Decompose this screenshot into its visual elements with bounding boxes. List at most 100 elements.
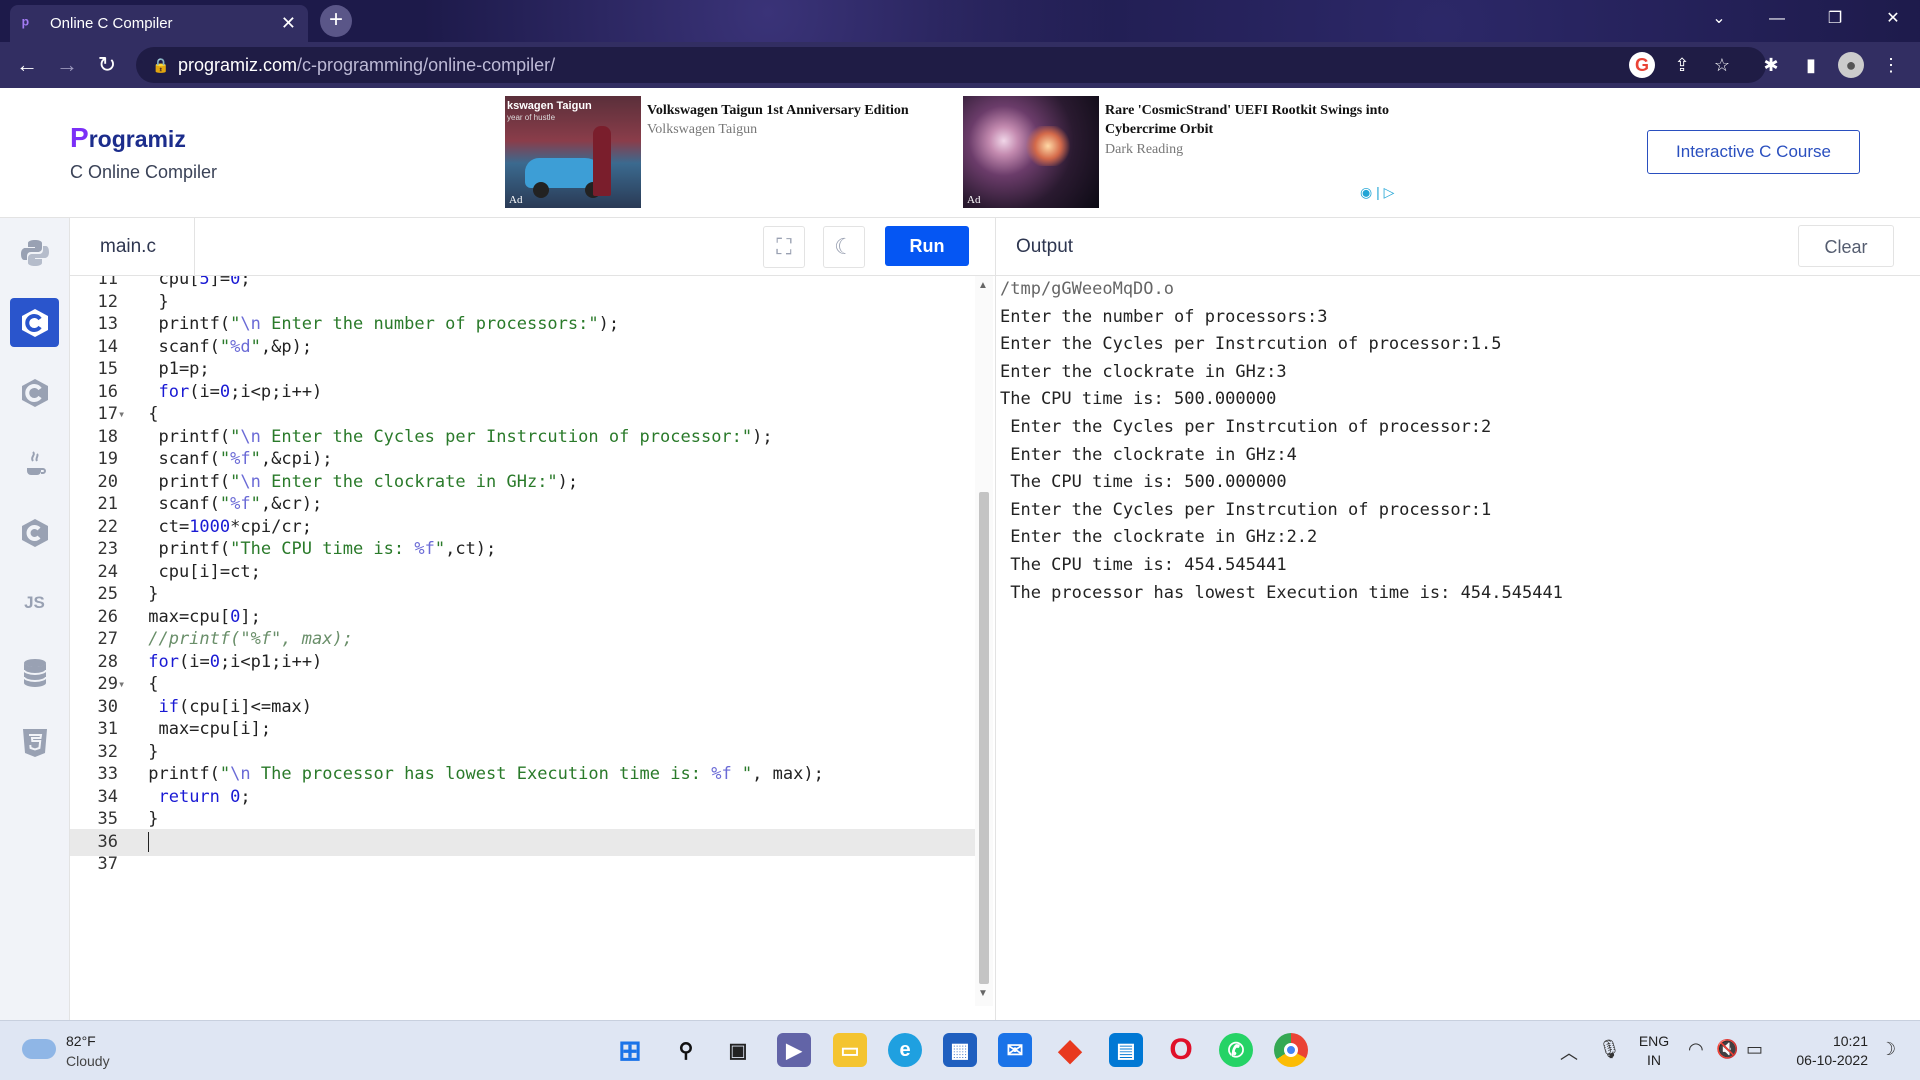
output-line: The CPU time is: 500.000000: [1000, 472, 1287, 493]
run-button[interactable]: Run: [885, 226, 969, 266]
mail-icon[interactable]: ✉: [998, 1033, 1032, 1067]
dark-mode-toggle-icon[interactable]: ☾: [823, 226, 865, 268]
ad-card-darkreading[interactable]: Ad Rare 'CosmicStrand' UEFI Rootkit Swin…: [963, 96, 1423, 208]
output-line: Enter the Cycles per Instrcution of proc…: [1000, 416, 1492, 437]
notification-moon-icon[interactable]: ☽: [1880, 1039, 1896, 1060]
volume-muted-icon[interactable]: 🔇: [1716, 1039, 1738, 1060]
search-icon[interactable]: ⚲: [669, 1033, 703, 1067]
cpp-icon[interactable]: [10, 368, 59, 417]
google-lens-icon[interactable]: G: [1629, 52, 1655, 78]
csharp-icon[interactable]: [10, 508, 59, 557]
microsoft-store-icon[interactable]: ▦: [943, 1033, 977, 1067]
extensions-icon[interactable]: ✱: [1758, 52, 1784, 78]
code-line[interactable]: 37: [70, 851, 975, 879]
pane-divider[interactable]: [995, 218, 996, 1020]
ad-source: Volkswagen Taigun: [647, 122, 758, 137]
menu-kebab-icon[interactable]: ⋮: [1878, 52, 1904, 78]
language-sidebar: JS: [0, 218, 70, 1020]
file-explorer-icon[interactable]: ▭: [833, 1033, 867, 1067]
adchoices-icon[interactable]: ◉ | ▷: [1360, 184, 1394, 201]
ad-image-nebula[interactable]: Ad: [963, 96, 1099, 208]
output-header: Output Clear: [996, 218, 1920, 276]
address-bar-row: ← → ↻ 🔒 programiz.com/c-programming/onli…: [0, 42, 1920, 88]
task-view-icon[interactable]: ▣: [721, 1033, 755, 1067]
new-tab-button[interactable]: +: [320, 5, 352, 37]
editor-toolbar: main.c ⛶ ☾ Run: [70, 218, 995, 276]
system-clock[interactable]: 10:21 06-10-2022: [1782, 1032, 1868, 1070]
output-line: Enter the clockrate in GHz:2.2: [1000, 527, 1318, 548]
lock-icon: 🔒: [152, 57, 170, 73]
fullscreen-icon[interactable]: ⛶: [763, 226, 805, 268]
interactive-course-button[interactable]: Interactive C Course: [1647, 130, 1860, 174]
ad-card-volkswagen[interactable]: kswagen Taigun year of hustle Ad Volkswa…: [505, 96, 965, 208]
profile-avatar[interactable]: ●: [1838, 52, 1864, 78]
code-editor[interactable]: 11 cpu[5]=0; 12 } 13 printf("\n Enter the …: [70, 276, 975, 1020]
url-input[interactable]: 🔒 programiz.com/c-programming/online-com…: [136, 47, 1766, 83]
output-line: The CPU time is: 454.545441: [1000, 554, 1287, 575]
wifi-icon[interactable]: ◠: [1688, 1039, 1704, 1060]
js-icon[interactable]: JS: [10, 578, 59, 627]
windows-taskbar: 82°F Cloudy ⊞ ⚲ ▣ ▶ ▭ e ▦ ✉ ◆ ▤ O ✆ ︿ 🎙 …: [0, 1020, 1920, 1080]
remote-desktop-icon[interactable]: ▤: [1109, 1033, 1143, 1067]
whatsapp-icon[interactable]: ✆: [1219, 1033, 1253, 1067]
input-language[interactable]: ENG IN: [1636, 1032, 1672, 1070]
show-hidden-icons-chevron-icon[interactable]: ︿: [1560, 1039, 1578, 1065]
java-icon[interactable]: [10, 438, 59, 487]
browser-tab[interactable]: ᵖ Online C Compiler ✕: [10, 5, 308, 42]
programiz-favicon-icon: ᵖ: [22, 13, 30, 34]
reload-icon[interactable]: ↻: [92, 50, 122, 80]
back-icon[interactable]: ←: [12, 50, 42, 80]
weather-temperature: 82°F: [66, 1033, 96, 1049]
windows-start-icon[interactable]: ⊞: [613, 1033, 647, 1067]
close-window-button[interactable]: ✕: [1864, 0, 1920, 40]
close-tab-icon[interactable]: ✕: [281, 13, 296, 34]
output-line: The processor has lowest Execution time …: [1000, 582, 1574, 603]
browser-titlebar: ᵖ Online C Compiler ✕ + ⌄ — ❐ ✕: [0, 0, 1920, 42]
clear-button[interactable]: Clear: [1798, 225, 1894, 267]
edge-browser-icon[interactable]: e: [888, 1033, 922, 1067]
battery-icon[interactable]: ▭: [1746, 1039, 1763, 1060]
side-panel-icon[interactable]: ▮: [1798, 52, 1824, 78]
share-icon[interactable]: ⇪: [1669, 52, 1695, 78]
output-line: Enter the Cycles per Instrcution of proc…: [1000, 499, 1492, 520]
chrome-browser-icon[interactable]: [1274, 1033, 1308, 1067]
scroll-up-icon[interactable]: ▲: [978, 280, 988, 291]
ad-title[interactable]: Rare 'CosmicStrand' UEFI Rootkit Swings …: [1105, 101, 1415, 139]
opera-browser-icon[interactable]: O: [1164, 1033, 1198, 1067]
output-line: Enter the number of processors:3: [1000, 306, 1328, 327]
tab-title: Online C Compiler: [50, 15, 173, 32]
tab-search-icon[interactable]: ⌄: [1690, 0, 1748, 40]
html-icon[interactable]: [10, 718, 59, 767]
page-subtitle: C Online Compiler: [70, 162, 218, 182]
output-title: Output: [1016, 236, 1074, 257]
output-file-path: /tmp/gGWeeoMqDO.o: [1000, 279, 1174, 299]
url-path: /c-programming/online-compiler/: [297, 55, 556, 75]
forward-icon[interactable]: →: [52, 50, 82, 80]
ad-image-car[interactable]: kswagen Taigun year of hustle Ad: [505, 96, 641, 208]
bookmark-star-icon[interactable]: ☆: [1709, 52, 1735, 78]
python-icon[interactable]: [10, 228, 59, 277]
sql-icon[interactable]: [10, 648, 59, 697]
output-line: Enter the Cycles per Instrcution of proc…: [1000, 334, 1502, 355]
programiz-logo[interactable]: Programiz: [70, 122, 186, 154]
file-tab-main[interactable]: main.c: [70, 218, 195, 276]
c-icon[interactable]: [10, 298, 59, 347]
scrollbar-thumb[interactable]: [979, 492, 989, 984]
cloud-icon: [22, 1039, 56, 1059]
editor-scrollbar[interactable]: ▲ ▼: [975, 276, 993, 1006]
ad-title[interactable]: Volkswagen Taigun 1st Anniversary Editio…: [647, 101, 957, 120]
restore-button[interactable]: ❐: [1806, 0, 1864, 40]
output-line: Enter the clockrate in GHz:4: [1000, 444, 1297, 465]
weather-condition: Cloudy: [66, 1053, 110, 1069]
ad-source: Dark Reading: [1105, 142, 1184, 157]
page-header: Programiz C Online Compiler kswagen Taig…: [0, 88, 1920, 218]
output-console[interactable]: /tmp/gGWeeoMqDO.o Enter the number of pro…: [1000, 276, 1900, 607]
line-number: 37: [97, 854, 118, 874]
microphone-icon[interactable]: 🎙: [1598, 1039, 1621, 1060]
teams-chat-icon[interactable]: ▶: [777, 1033, 811, 1067]
weather-widget[interactable]: 82°F Cloudy: [22, 1033, 142, 1073]
minimize-button[interactable]: —: [1748, 0, 1806, 40]
scroll-down-icon[interactable]: ▼: [978, 988, 988, 999]
office-app-icon[interactable]: ◆: [1053, 1033, 1087, 1067]
url-domain: programiz.com: [178, 55, 298, 75]
